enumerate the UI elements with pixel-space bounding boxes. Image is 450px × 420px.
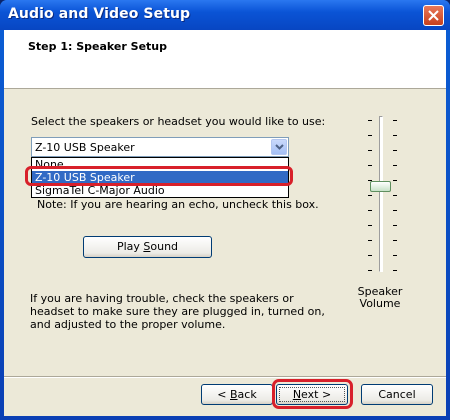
volume-tick bbox=[393, 270, 397, 271]
step-title: Step 1: Speaker Setup bbox=[28, 40, 167, 53]
cancel-button[interactable]: Cancel bbox=[361, 384, 433, 405]
volume-tick bbox=[368, 150, 372, 151]
back-label-post: ack bbox=[237, 388, 257, 401]
volume-tick bbox=[393, 195, 397, 196]
volume-tick bbox=[393, 165, 397, 166]
back-label-pre: < bbox=[217, 388, 230, 401]
volume-tick bbox=[393, 225, 397, 226]
annotation-highlight-option bbox=[25, 166, 293, 186]
volume-tick bbox=[368, 270, 372, 271]
volume-tick bbox=[368, 225, 372, 226]
volume-ticks-left bbox=[368, 120, 372, 271]
speaker-combobox[interactable]: Z-10 USB Speaker bbox=[31, 137, 289, 157]
chevron-down-icon bbox=[274, 144, 284, 150]
volume-tick bbox=[368, 165, 372, 166]
speaker-select-label: Select the speakers or headset you would… bbox=[31, 115, 326, 128]
volume-tick bbox=[368, 210, 372, 211]
volume-tick bbox=[393, 255, 397, 256]
play-sound-label-post: ound bbox=[150, 240, 179, 253]
close-button[interactable] bbox=[423, 5, 444, 26]
speaker-volume-label: Speaker Volume bbox=[357, 285, 403, 310]
window-title: Audio and Video Setup bbox=[8, 6, 191, 22]
setup-window: Audio and Video Setup Step 1: Speaker Se… bbox=[0, 0, 450, 420]
volume-tick bbox=[393, 135, 397, 136]
volume-tick bbox=[368, 240, 372, 241]
volume-slider-track[interactable] bbox=[379, 116, 383, 272]
dialog-client: Step 1: Speaker Setup Select the speaker… bbox=[4, 30, 446, 416]
volume-tick bbox=[393, 240, 397, 241]
volume-tick bbox=[393, 210, 397, 211]
wizard-header: Step 1: Speaker Setup bbox=[4, 30, 446, 89]
button-separator bbox=[4, 376, 446, 378]
volume-tick bbox=[393, 120, 397, 121]
volume-tick bbox=[393, 150, 397, 151]
volume-tick bbox=[368, 255, 372, 256]
volume-slider-thumb[interactable] bbox=[370, 181, 391, 192]
annotation-highlight-next bbox=[272, 379, 353, 409]
play-sound-label-pre: Play bbox=[116, 240, 144, 253]
volume-tick bbox=[368, 135, 372, 136]
back-button[interactable]: < Back bbox=[201, 384, 273, 405]
play-sound-button[interactable]: Play Sound bbox=[83, 236, 212, 258]
volume-ticks-right bbox=[393, 120, 397, 271]
speaker-combobox-value: Z-10 USB Speaker bbox=[35, 141, 135, 154]
echo-note: Note: If you are hearing an echo, unchec… bbox=[37, 198, 319, 211]
trouble-text: If you are having trouble, check the spe… bbox=[30, 292, 325, 331]
combobox-dropdown-button[interactable] bbox=[271, 139, 287, 155]
back-accel: B bbox=[230, 388, 238, 401]
volume-tick bbox=[368, 195, 372, 196]
volume-tick bbox=[393, 180, 397, 181]
title-bar[interactable]: Audio and Video Setup bbox=[0, 0, 450, 30]
close-icon bbox=[428, 10, 439, 21]
volume-tick bbox=[368, 120, 372, 121]
